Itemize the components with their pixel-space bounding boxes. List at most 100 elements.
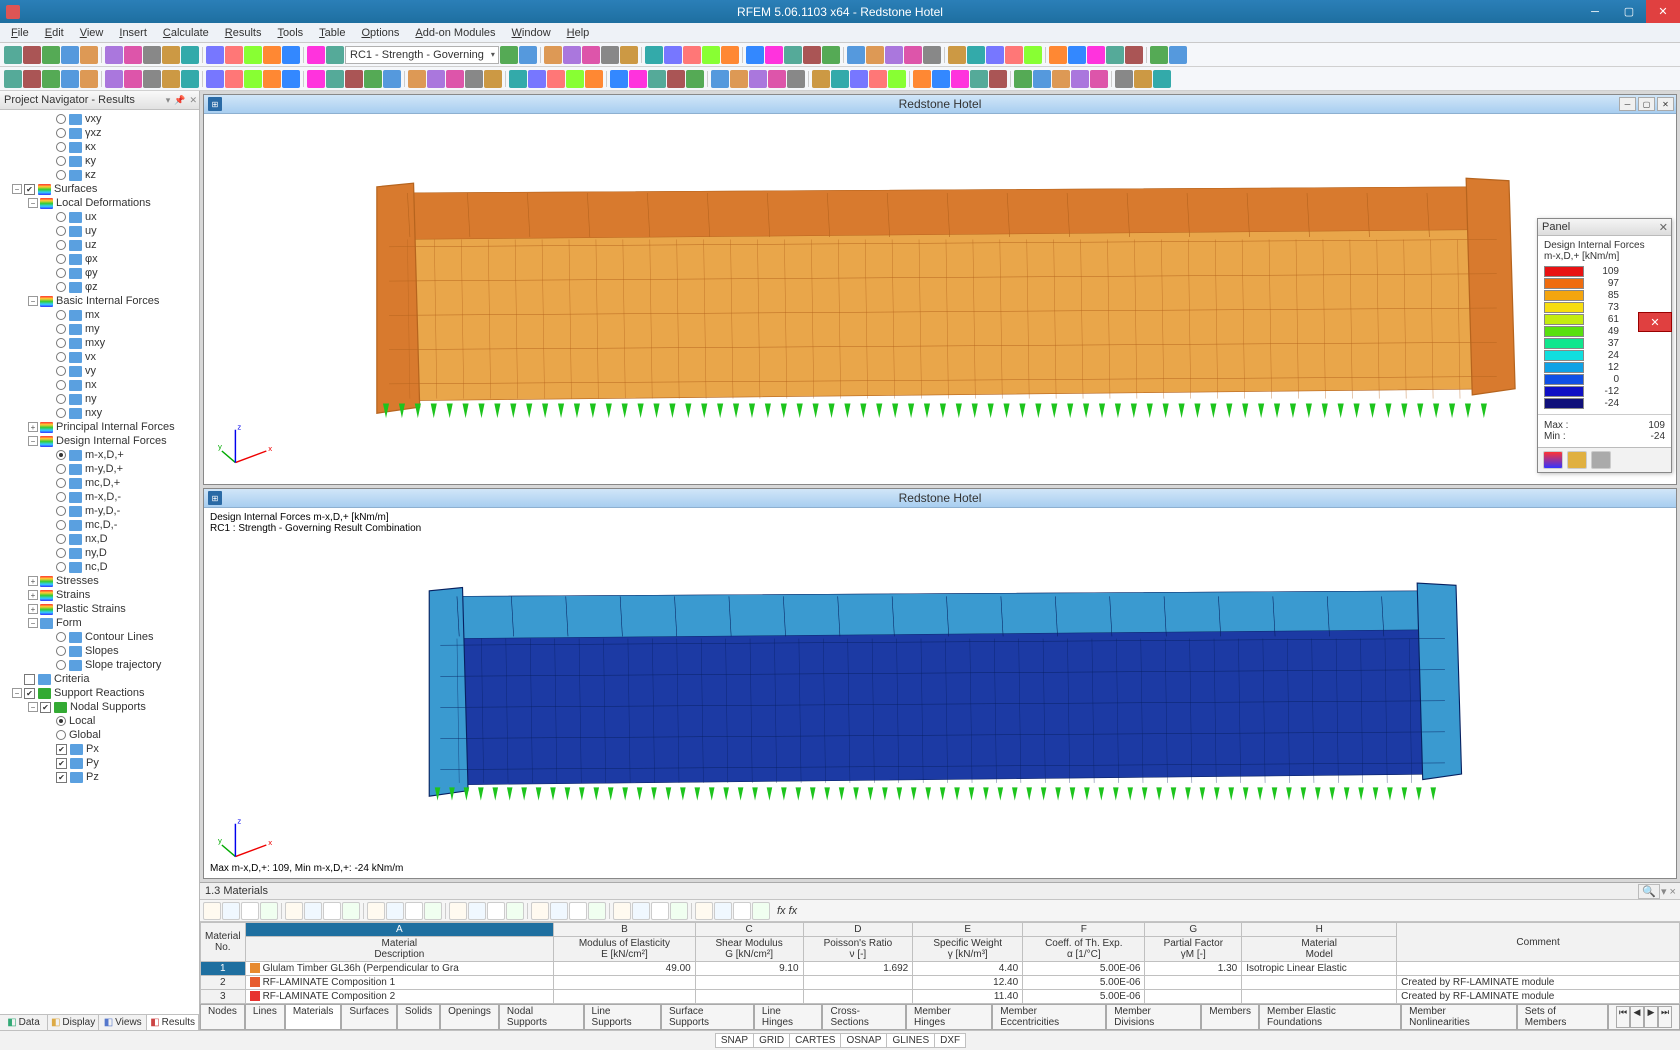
tree-item-nxd[interactable]: nx,D <box>0 532 199 546</box>
toolbar-button[interactable] <box>206 70 224 88</box>
tree-item-criteria[interactable]: Criteria <box>0 672 199 686</box>
table-tb-button[interactable] <box>733 902 751 920</box>
tree-item-slopes[interactable]: Slopes <box>0 644 199 658</box>
toolbar-button[interactable] <box>1014 70 1032 88</box>
tree-item-support-reactions[interactable]: −✔Support Reactions <box>0 686 199 700</box>
panel-icon-2[interactable] <box>1567 451 1587 469</box>
tree-item-kz[interactable]: κz <box>0 168 199 182</box>
viewport-max-button[interactable]: ▢ <box>1638 97 1655 111</box>
navigator-menu-icon[interactable]: ▾ <box>166 95 171 106</box>
toolbar-button[interactable] <box>181 70 199 88</box>
table-tb-button[interactable] <box>323 902 341 920</box>
table-tb-button[interactable] <box>260 902 278 920</box>
table-tab-solids[interactable]: Solids <box>397 1005 440 1030</box>
table-tab-nodal-supports[interactable]: Nodal Supports <box>499 1005 584 1030</box>
table-tb-button[interactable] <box>487 902 505 920</box>
table-tab-sets-of-members[interactable]: Sets of Members <box>1517 1005 1608 1030</box>
toolbar-button[interactable] <box>547 70 565 88</box>
toolbar-button[interactable] <box>105 70 123 88</box>
tree-item-ncd[interactable]: nc,D <box>0 560 199 574</box>
toolbar-button[interactable] <box>181 46 199 64</box>
toolbar-button[interactable] <box>667 70 685 88</box>
tree-item-nx[interactable]: nx <box>0 378 199 392</box>
toolbar-button[interactable] <box>500 46 518 64</box>
viewport-2[interactable]: ⊞ Redstone Hotel Design Internal Forces … <box>203 488 1677 879</box>
status-cartes[interactable]: CARTES <box>789 1033 841 1048</box>
toolbar-button[interactable] <box>601 46 619 64</box>
toolbar-button[interactable] <box>544 46 562 64</box>
toolbar-button[interactable] <box>765 46 783 64</box>
status-snap[interactable]: SNAP <box>715 1033 754 1048</box>
tree-item-principal-internal-forces[interactable]: +Principal Internal Forces <box>0 420 199 434</box>
table-tab-lines[interactable]: Lines <box>245 1005 285 1030</box>
tree-item-mxdp[interactable]: m-x,D,+ <box>0 448 199 462</box>
menu-window[interactable]: Window <box>505 25 558 41</box>
tree-item-py[interactable]: ✔Py <box>0 756 199 770</box>
tree-item-strains[interactable]: +Strains <box>0 588 199 602</box>
table-search-icon[interactable]: 🔍 <box>1638 884 1660 899</box>
toolbar-button[interactable] <box>951 70 969 88</box>
toolbar-button[interactable] <box>721 46 739 64</box>
menu-options[interactable]: Options <box>354 25 406 41</box>
toolbar-button[interactable] <box>282 70 300 88</box>
toolbar-button[interactable] <box>61 46 79 64</box>
table-tab-openings[interactable]: Openings <box>440 1005 499 1030</box>
tab-scroll-prev[interactable]: ◀ <box>1630 1006 1644 1028</box>
maximize-button[interactable]: ▢ <box>1612 0 1646 23</box>
tree-item-vx[interactable]: vx <box>0 350 199 364</box>
tree-item-local-deformations[interactable]: −Local Deformations <box>0 196 199 210</box>
navigator-pin-icon[interactable]: 📌 <box>174 95 185 106</box>
table-tb-button[interactable] <box>588 902 606 920</box>
toolbar-button[interactable] <box>970 70 988 88</box>
menu-calculate[interactable]: Calculate <box>156 25 216 41</box>
tab-scroll-first[interactable]: ⏮ <box>1616 1006 1630 1028</box>
table-tab-member-divisions[interactable]: Member Divisions <box>1106 1005 1201 1030</box>
toolbar-button[interactable] <box>1024 46 1042 64</box>
table-tb-button[interactable] <box>222 902 240 920</box>
tree-item-mydp[interactable]: m-y,D,+ <box>0 462 199 476</box>
tree-item-slope_traj[interactable]: Slope trajectory <box>0 658 199 672</box>
tree-item-nodal-supports[interactable]: −✔Nodal Supports <box>0 700 199 714</box>
toolbar-button[interactable] <box>1033 70 1051 88</box>
toolbar-button[interactable] <box>1087 46 1105 64</box>
toolbar-button[interactable] <box>812 70 830 88</box>
navtab-display[interactable]: ◧Display <box>48 1015 99 1030</box>
toolbar-button[interactable] <box>585 70 603 88</box>
status-glines[interactable]: GLINES <box>886 1033 935 1048</box>
toolbar-button[interactable] <box>446 70 464 88</box>
tree-item-mcdp[interactable]: mc,D,+ <box>0 476 199 490</box>
toolbar-button[interactable] <box>465 70 483 88</box>
toolbar-button[interactable] <box>989 70 1007 88</box>
menu-results[interactable]: Results <box>218 25 269 41</box>
toolbar-button[interactable] <box>648 70 666 88</box>
toolbar-button[interactable] <box>746 46 764 64</box>
toolbar-button[interactable] <box>23 46 41 64</box>
toolbar-button[interactable] <box>1049 46 1067 64</box>
close-button[interactable]: ✕ <box>1646 0 1680 23</box>
toolbar-button[interactable] <box>664 46 682 64</box>
menu-add-on-modules[interactable]: Add-on Modules <box>408 25 502 41</box>
toolbar-button[interactable] <box>768 70 786 88</box>
tree-item-vxy[interactable]: vxy <box>0 112 199 126</box>
table-tb-button[interactable] <box>506 902 524 920</box>
toolbar-button[interactable] <box>528 70 546 88</box>
toolbar-button[interactable] <box>1052 70 1070 88</box>
toolbar-button[interactable] <box>749 70 767 88</box>
toolbar-button[interactable] <box>427 70 445 88</box>
toolbar-button[interactable] <box>42 46 60 64</box>
toolbar-button[interactable] <box>124 70 142 88</box>
toolbar-button[interactable] <box>263 70 281 88</box>
table-tab-surface-supports[interactable]: Surface Supports <box>661 1005 754 1030</box>
toolbar-button[interactable] <box>1153 70 1171 88</box>
tree-item-kx[interactable]: κx <box>0 140 199 154</box>
toolbar-button[interactable] <box>124 46 142 64</box>
menu-file[interactable]: File <box>4 25 36 41</box>
minimize-button[interactable]: ─ <box>1578 0 1612 23</box>
table-tab-member-nonlinearities[interactable]: Member Nonlinearities <box>1401 1005 1517 1030</box>
toolbar-button[interactable] <box>23 70 41 88</box>
table-row[interactable]: 3RF-LAMINATE Composition 211.405.00E-06C… <box>201 990 1680 1004</box>
toolbar-button[interactable] <box>225 70 243 88</box>
toolbar-button[interactable] <box>850 70 868 88</box>
toolbar-button[interactable] <box>787 70 805 88</box>
table-tb-button[interactable] <box>550 902 568 920</box>
